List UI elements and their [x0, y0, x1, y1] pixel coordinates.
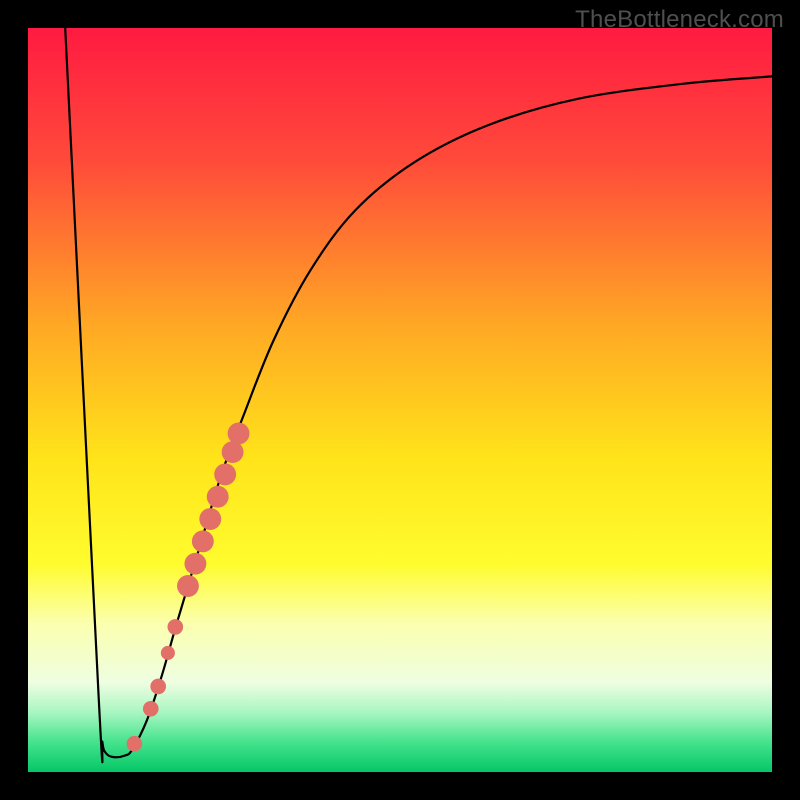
- chart-svg: [28, 28, 772, 772]
- data-marker: [214, 463, 236, 485]
- chart-background: [28, 28, 772, 772]
- chart-frame: TheBottleneck.com: [0, 0, 800, 800]
- data-marker: [222, 441, 244, 463]
- data-marker: [168, 619, 184, 635]
- data-marker: [184, 553, 206, 575]
- data-marker: [127, 736, 143, 752]
- data-marker: [228, 423, 250, 445]
- data-marker: [199, 508, 221, 530]
- data-marker: [207, 486, 229, 508]
- data-marker: [177, 575, 199, 597]
- watermark-text: TheBottleneck.com: [575, 6, 784, 34]
- data-marker: [161, 646, 175, 660]
- chart-plot-area: [28, 28, 772, 772]
- data-marker: [150, 679, 166, 695]
- data-marker: [143, 701, 159, 717]
- data-marker: [192, 530, 214, 552]
